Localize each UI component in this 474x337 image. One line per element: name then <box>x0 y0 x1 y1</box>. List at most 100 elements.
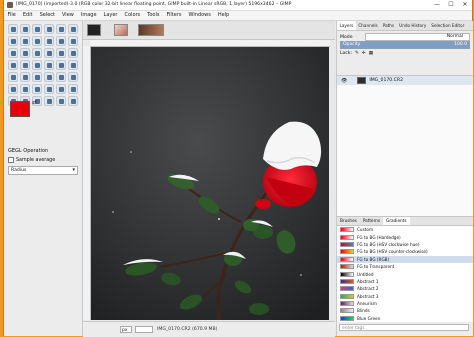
color-area: ⇄ <box>10 99 50 131</box>
image-tab-3[interactable] <box>138 24 164 36</box>
image-tab-2[interactable] <box>114 24 128 36</box>
airbrush-tool-icon[interactable] <box>44 72 54 82</box>
gradient-name: Blinds <box>357 308 370 314</box>
tab-selection-editor[interactable]: Selection Editor <box>429 21 467 30</box>
threshold-tool-icon[interactable] <box>68 96 78 106</box>
menu-filters[interactable]: Filters <box>163 11 185 20</box>
maximize-button[interactable]: ☐ <box>444 0 458 10</box>
lock-pixels-icon[interactable]: ✎ <box>355 51 359 56</box>
scale-tool-icon[interactable] <box>44 48 54 58</box>
image-tab-1[interactable] <box>87 24 101 36</box>
tab-paths[interactable]: Paths <box>380 21 396 30</box>
menu-file[interactable]: File <box>4 11 19 20</box>
gradient-swatch <box>340 278 354 284</box>
free-select-tool-icon[interactable] <box>56 24 66 34</box>
gradient-item[interactable]: Abstract 1 <box>337 277 473 286</box>
gradient-item[interactable]: Blinds <box>337 307 473 315</box>
tag-filter-input[interactable]: enter tags <box>339 324 469 331</box>
foreground-select-tool-icon[interactable] <box>32 36 42 46</box>
menu-layer[interactable]: Layer <box>100 11 121 20</box>
minimize-button[interactable]: — <box>430 0 444 10</box>
tab-layers[interactable]: Layers <box>337 21 356 30</box>
gradient-item[interactable]: FG to BG (RGB) <box>337 255 473 263</box>
pencil-tool-icon[interactable] <box>8 72 18 82</box>
eye-icon[interactable]: 👁 <box>341 78 347 84</box>
unit-select[interactable]: px <box>120 326 132 333</box>
tab-channels[interactable]: Channels <box>356 21 380 30</box>
tab-patterns[interactable]: Patterns <box>360 217 383 225</box>
clone-tool-icon[interactable] <box>8 84 18 94</box>
image-canvas[interactable] <box>91 47 329 320</box>
move-tool-icon[interactable] <box>8 24 18 34</box>
gradient-item[interactable]: FG to BG (Hardedge) <box>337 233 473 241</box>
opacity-slider[interactable]: Opacity 100.0 <box>340 41 470 49</box>
mode-select[interactable]: Normal <box>365 33 470 41</box>
gradient-item[interactable]: Blue Green <box>337 314 473 323</box>
bucket-fill-tool-icon[interactable] <box>56 60 66 70</box>
rect-select-tool-icon[interactable] <box>32 24 42 34</box>
gradient-swatch <box>340 293 354 299</box>
flip-tool-icon[interactable] <box>8 60 18 70</box>
menu-image[interactable]: Image <box>77 11 100 20</box>
menu-windows[interactable]: Windows <box>185 11 214 20</box>
align-tool-icon[interactable] <box>20 24 30 34</box>
sample-average-option[interactable]: Sample average <box>4 156 82 164</box>
menu-help[interactable]: Help <box>214 11 232 20</box>
color-picker-tool-icon[interactable] <box>56 36 66 46</box>
tab-gradients[interactable]: Gradients <box>383 217 410 225</box>
tab-undo-history[interactable]: Undo History <box>397 21 429 30</box>
gradient-item[interactable]: Abstract 2 <box>337 285 473 293</box>
foreground-color-swatch[interactable] <box>10 101 30 117</box>
tab-brushes[interactable]: Brushes <box>337 217 360 225</box>
cage-tool-icon[interactable] <box>20 60 30 70</box>
warp-tool-icon[interactable] <box>32 60 42 70</box>
menu-edit[interactable]: Edit <box>19 11 36 20</box>
gradient-item[interactable]: Abstract 3 <box>337 292 473 300</box>
menu-select[interactable]: Select <box>36 11 58 20</box>
mypaint-tool-icon[interactable] <box>68 72 78 82</box>
lock-position-icon[interactable]: ✛ <box>362 51 366 56</box>
layer-name[interactable]: IMG_0170.CR2 <box>369 78 403 83</box>
paintbrush-tool-icon[interactable] <box>20 72 30 82</box>
vertical-ruler[interactable] <box>83 46 91 320</box>
dodge-tool-icon[interactable] <box>68 84 78 94</box>
zoom-tool-icon[interactable] <box>8 48 18 58</box>
horizontal-ruler[interactable] <box>90 40 330 47</box>
paths-tool-icon[interactable] <box>44 36 54 46</box>
by-color-select-tool-icon[interactable] <box>8 36 18 46</box>
gradient-item[interactable]: Custom <box>337 226 473 234</box>
gradient-swatch <box>340 241 354 247</box>
gradient-item[interactable]: Aneurism <box>337 299 473 308</box>
zoom-select[interactable] <box>135 326 153 333</box>
heal-tool-icon[interactable] <box>20 84 30 94</box>
perspective-tool-icon[interactable] <box>68 48 78 58</box>
gradient-item[interactable]: FG to BG (HSV counter-clockwise) <box>337 248 473 256</box>
seamless-clone-tool-icon[interactable] <box>56 96 66 106</box>
lock-alpha-icon[interactable]: ▦ <box>369 51 373 56</box>
layer-row[interactable]: 👁 IMG_0170.CR2 <box>337 76 473 85</box>
ellipse-select-tool-icon[interactable] <box>44 24 54 34</box>
menu-tools[interactable]: Tools <box>144 11 163 20</box>
measure-tool-icon[interactable] <box>68 36 78 46</box>
rotate-tool-icon[interactable] <box>32 48 42 58</box>
blend-tool-icon[interactable] <box>68 60 78 70</box>
scissors-tool-icon[interactable] <box>20 36 30 46</box>
close-button[interactable]: ✕ <box>458 0 472 10</box>
crop-tool-icon[interactable] <box>20 48 30 58</box>
shear-tool-icon[interactable] <box>56 48 66 58</box>
menu-colors[interactable]: Colors <box>121 11 144 20</box>
swap-colors-icon[interactable]: ⇄ <box>32 99 37 106</box>
gradient-item[interactable]: FG to Transparent <box>337 262 473 271</box>
fuzzy-select-tool-icon[interactable] <box>68 24 78 34</box>
ink-tool-icon[interactable] <box>56 72 66 82</box>
eraser-tool-icon[interactable] <box>32 72 42 82</box>
radius-select[interactable]: Radius <box>8 166 78 175</box>
gradient-item[interactable]: FG to BG (HSV clockwise hue) <box>337 240 473 249</box>
blur-tool-icon[interactable] <box>44 84 54 94</box>
checkbox-icon[interactable] <box>8 157 14 163</box>
perspective-clone-tool-icon[interactable] <box>32 84 42 94</box>
gradient-item[interactable]: Untitled <box>337 270 473 278</box>
smudge-tool-icon[interactable] <box>56 84 66 94</box>
menu-view[interactable]: View <box>59 11 78 20</box>
text-tool-icon[interactable] <box>44 60 54 70</box>
